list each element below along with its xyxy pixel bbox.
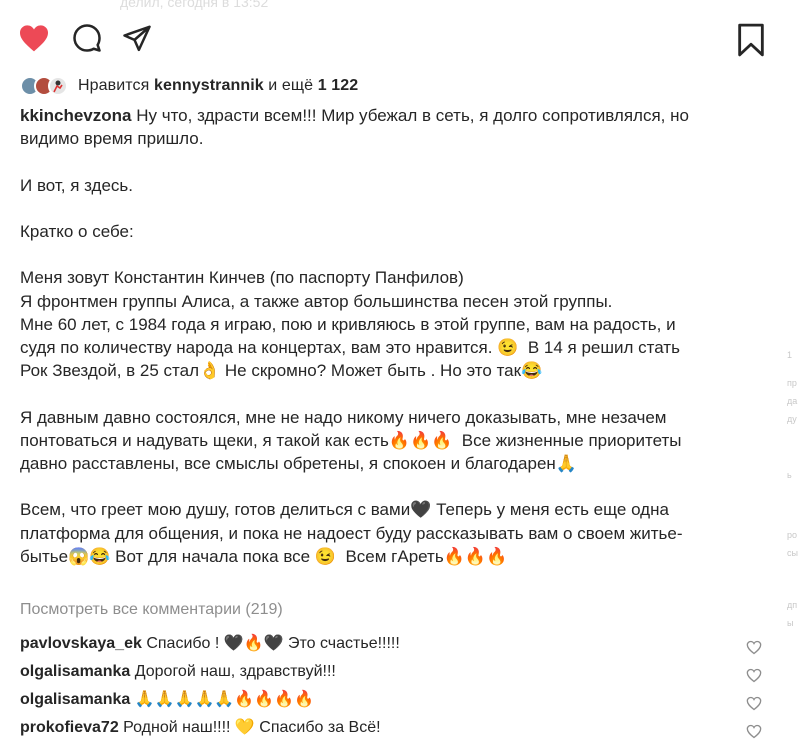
post-caption: kkinchevzona Ну что, здрасти всем!!! Мир… (20, 104, 770, 568)
likes-count[interactable]: 1 122 (318, 77, 359, 94)
edge-text: дп (787, 600, 798, 610)
comment-item: olgalisamanka Дорогой наш, здравствуй!!! (20, 658, 780, 686)
comment-bubble-icon[interactable] (72, 23, 102, 58)
avatar[interactable] (48, 76, 68, 96)
comment-username[interactable]: olgalisamanka (20, 663, 130, 680)
action-bar (0, 20, 800, 60)
edge-text: ь (787, 470, 792, 480)
comment-text: Спасибо ! 🖤🔥🖤 Это счастье!!!!! (141, 635, 400, 652)
likes-text: Нравится kennystrannik и ещё 1 122 (78, 77, 358, 95)
liker-username[interactable]: kennystrannik (154, 77, 264, 94)
comment-username[interactable]: pavlovskaya_ek (20, 635, 142, 652)
edge-text: ы (787, 618, 794, 628)
heart-outline-icon[interactable] (746, 721, 762, 749)
comments-list: pavlovskaya_ek Спасибо ! 🖤🔥🖤 Это счастье… (20, 630, 780, 742)
likes-middle: и ещё (268, 77, 314, 94)
adjacent-panel-edge: 1 пр да ду ь ро сы дп ы (783, 0, 800, 752)
comment-username[interactable]: olgalisamanka (20, 691, 130, 708)
edge-text: да (787, 396, 798, 406)
comment-text: Дорогой наш, здравствуй!!! (130, 663, 336, 680)
comment-text: Родной наш!!!! 💛 Спасибо за Всё! (118, 719, 381, 736)
likes-summary[interactable]: Нравится kennystrannik и ещё 1 122 (20, 73, 358, 99)
caption-text: Ну что, здрасти всем!!! Мир убежал в сет… (20, 106, 689, 566)
likes-prefix: Нравится (78, 77, 150, 94)
comment-item: olgalisamanka 🙏🙏🙏🙏🙏🔥🔥🔥🔥 (20, 686, 780, 714)
comment-item: prokofieva72 Родной наш!!!! 💛 Спасибо за… (20, 714, 780, 742)
edge-text: ду (787, 414, 797, 424)
faded-header-text: делил, сегодня в 13:52 (120, 0, 269, 10)
edge-text: сы (787, 548, 798, 558)
view-all-comments-link[interactable]: Посмотреть все комментарии (219) (20, 601, 283, 619)
bookmark-icon[interactable] (736, 23, 766, 62)
comment-item: pavlovskaya_ek Спасибо ! 🖤🔥🖤 Это счастье… (20, 630, 780, 658)
edge-text: пр (787, 378, 797, 388)
edge-text: ро (787, 530, 798, 540)
heart-filled-icon[interactable] (18, 23, 50, 58)
send-paper-plane-icon[interactable] (121, 23, 153, 58)
edge-text: 1 (787, 350, 793, 360)
comment-username[interactable]: prokofieva72 (20, 719, 119, 736)
liker-avatars[interactable] (20, 76, 68, 96)
comment-text: 🙏🙏🙏🙏🙏🔥🔥🔥🔥 (130, 691, 315, 708)
caption-author[interactable]: kkinchevzona (20, 106, 132, 125)
